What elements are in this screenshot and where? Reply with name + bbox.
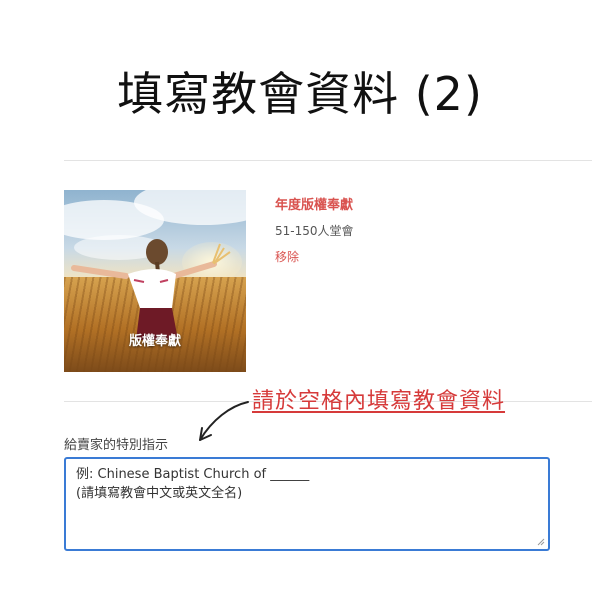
annotation-text: 請於空格內填寫教會資料 (252, 389, 506, 414)
product-name[interactable]: 年度版權奉獻 (275, 194, 353, 213)
image-caption: 版權奉獻 (128, 334, 181, 349)
arrow-icon (199, 401, 249, 441)
top-divider (64, 160, 592, 161)
notes-line-2: (請填寫教會中文或英文全名) (76, 486, 243, 501)
special-instructions-textarea[interactable]: 例: Chinese Baptist Church of ______ (請填寫… (64, 457, 550, 551)
resize-handle-icon[interactable] (536, 537, 545, 546)
special-instructions-label: 給賣家的特別指示 (64, 438, 169, 453)
product-image: 版權奉獻 (64, 190, 246, 372)
notes-line-1: 例: Chinese Baptist Church of ______ (76, 467, 310, 482)
product-variant: 51-150人堂會 (275, 224, 354, 238)
page-title: 填寫教會資料 (2) (117, 67, 483, 121)
remove-link[interactable]: 移除 (275, 248, 299, 265)
